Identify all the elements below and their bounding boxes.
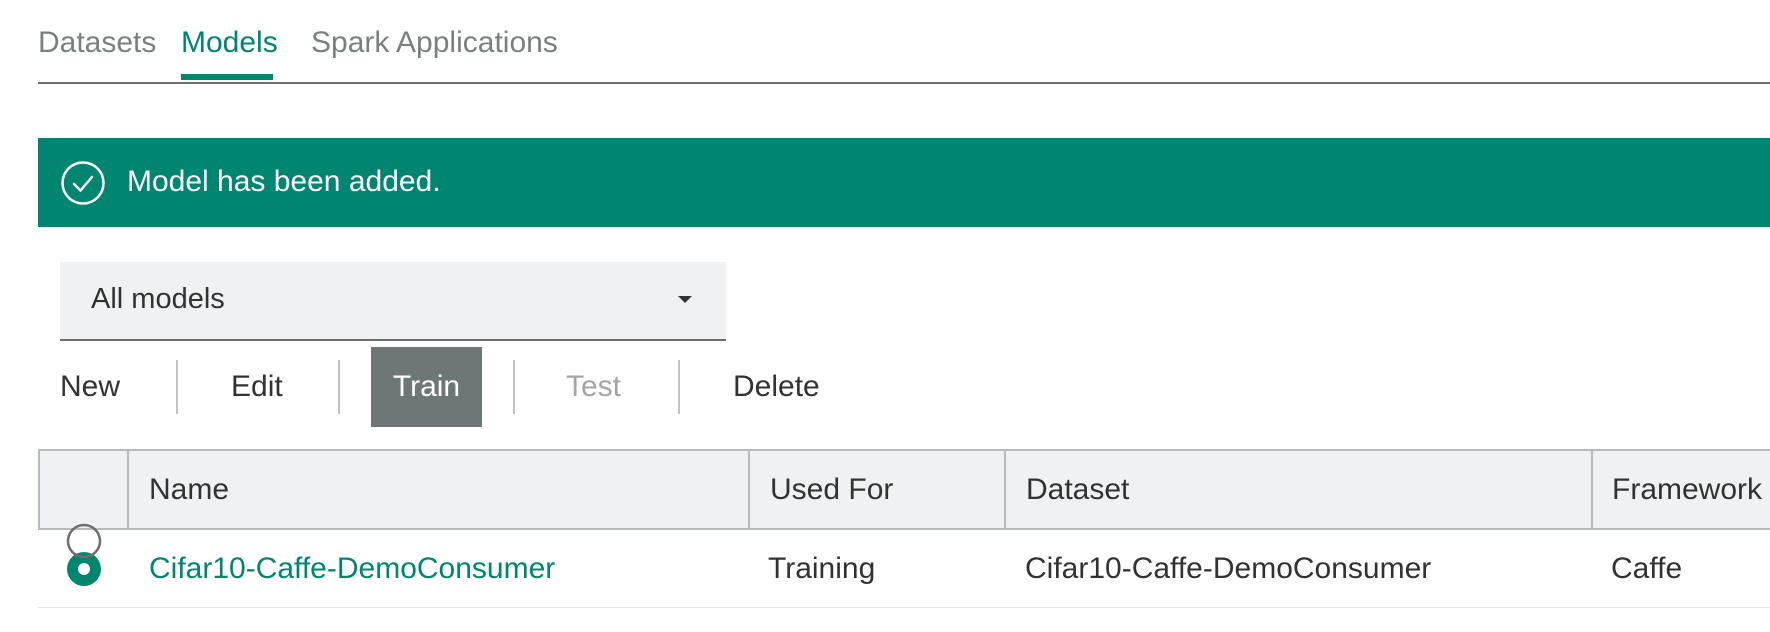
caret-down-icon [678,296,692,303]
models-page: Datasets Models Spark Applications Model… [0,0,1770,632]
column-divider [1591,451,1593,528]
toolbar-divider [513,360,515,414]
table-header: Name Used For Dataset Framework [38,449,1770,530]
tab-datasets[interactable]: Datasets [38,26,156,60]
success-notification: Model has been added. [38,138,1770,227]
notification-message: Model has been added. [127,165,441,198]
dropdown-selected-value: All models [91,283,225,315]
tab-spark-applications[interactable]: Spark Applications [311,26,558,60]
column-divider [748,451,750,528]
toolbar-divider [176,360,178,414]
tab-bar: Datasets Models Spark Applications [38,0,1770,84]
delete-button[interactable]: Delete [733,347,820,427]
radio-unselected-icon[interactable] [66,523,102,559]
framework-cell: Caffe [1611,552,1683,585]
column-header-framework[interactable]: Framework [1612,451,1762,528]
edit-button[interactable]: Edit [231,347,283,427]
column-header-name[interactable]: Name [149,451,229,528]
used-for-cell: Training [768,552,876,585]
model-toolbar: New Edit Train Test Delete [0,347,1770,429]
toolbar-divider [338,360,340,414]
new-button[interactable]: New [60,347,120,427]
tab-models[interactable]: Models [181,26,278,60]
column-divider [127,451,129,528]
dataset-cell: Cifar10-Caffe-DemoConsumer [1025,552,1432,585]
test-button[interactable]: Test [566,347,621,427]
model-filter-dropdown[interactable]: All models [60,262,726,341]
models-table: Name Used For Dataset Framework Cifar10-… [38,449,1770,608]
column-header-dataset[interactable]: Dataset [1026,451,1129,528]
model-name-link[interactable]: Cifar10-Caffe-DemoConsumer [149,530,555,607]
table-row[interactable]: Cifar10-Caffe-DemoConsumer Training Cifa… [38,530,1770,608]
checkmark-circle-icon [61,161,105,205]
column-header-used-for[interactable]: Used For [770,451,893,528]
active-tab-indicator [181,74,273,80]
train-button[interactable]: Train [371,347,482,427]
column-divider [1004,451,1006,528]
toolbar-divider [678,360,680,414]
